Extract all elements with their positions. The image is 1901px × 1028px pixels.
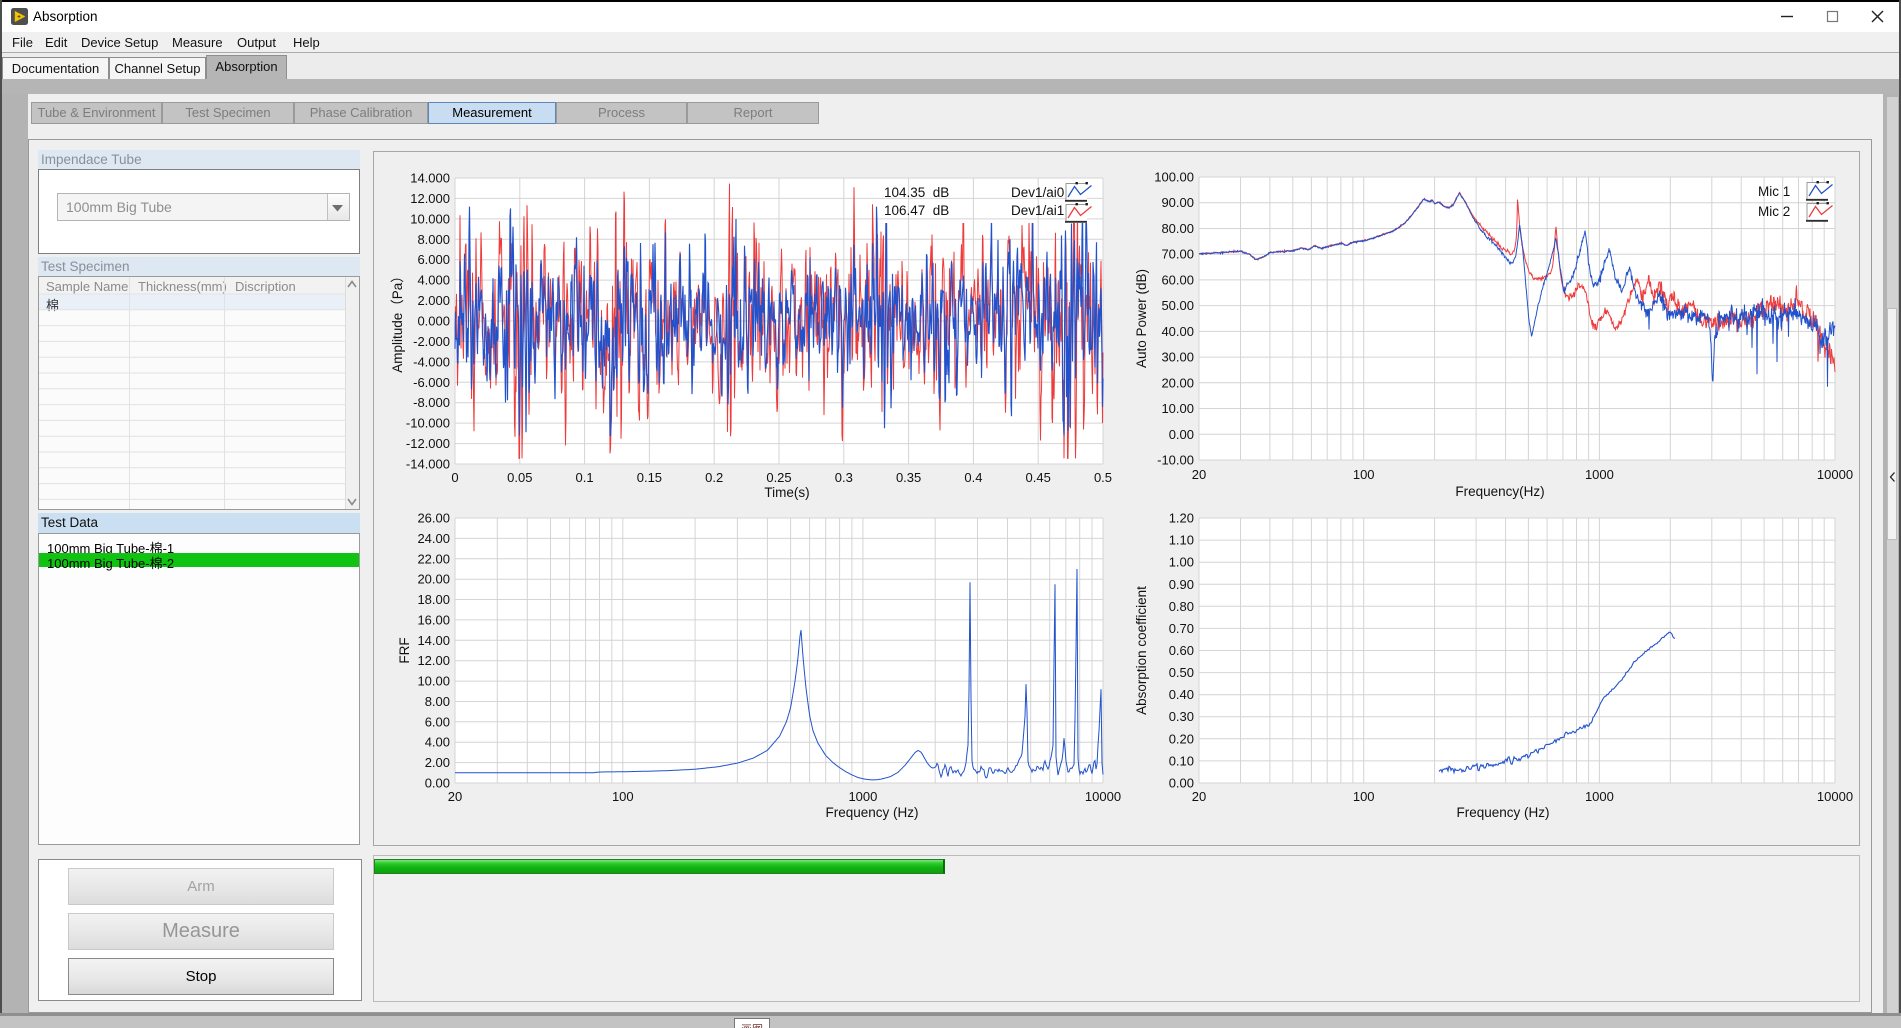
svg-text:0.4: 0.4 [964, 470, 982, 485]
svg-text:14.00: 14.00 [417, 633, 450, 648]
svg-text:Mic 1: Mic 1 [1758, 184, 1790, 199]
svg-text:1.20: 1.20 [1169, 511, 1194, 526]
svg-text:-2.000: -2.000 [413, 334, 450, 349]
svg-text:Frequency(Hz): Frequency(Hz) [1455, 484, 1544, 499]
svg-text:106.47 dB: 106.47 dB [884, 203, 949, 218]
svg-text:Mic 2: Mic 2 [1758, 204, 1790, 219]
svg-text:Dev1/ai1: Dev1/ai1 [1011, 203, 1064, 218]
svg-text:90.00: 90.00 [1161, 195, 1194, 210]
svg-text:60.00: 60.00 [1161, 272, 1194, 287]
svg-text:10.00: 10.00 [417, 674, 450, 689]
svg-text:0.45: 0.45 [1026, 470, 1051, 485]
svg-text:100: 100 [1353, 467, 1375, 482]
svg-text:20: 20 [1192, 467, 1206, 482]
svg-text:Frequency (Hz): Frequency (Hz) [825, 805, 918, 820]
svg-text:1000: 1000 [848, 789, 877, 804]
svg-text:12.00: 12.00 [417, 653, 450, 668]
svg-text:-14.000: -14.000 [406, 457, 450, 472]
svg-text:4.000: 4.000 [417, 273, 450, 288]
svg-text:0.50: 0.50 [1169, 665, 1194, 680]
svg-text:80.00: 80.00 [1161, 221, 1194, 236]
svg-text:4.00: 4.00 [425, 735, 450, 750]
svg-text:10.000: 10.000 [410, 211, 450, 226]
svg-text:40.00: 40.00 [1161, 324, 1194, 339]
svg-text:12.000: 12.000 [410, 191, 450, 206]
svg-text:0.2: 0.2 [705, 470, 723, 485]
svg-text:-10.00: -10.00 [1157, 453, 1194, 468]
svg-text:0.20: 0.20 [1169, 731, 1194, 746]
svg-text:-6.000: -6.000 [413, 375, 450, 390]
svg-text:0.35: 0.35 [896, 470, 921, 485]
svg-text:0.30: 0.30 [1169, 709, 1194, 724]
svg-text:0.000: 0.000 [417, 314, 450, 329]
svg-text:104.35 dB: 104.35 dB [884, 185, 949, 200]
svg-text:FRF: FRF [397, 637, 412, 663]
svg-text:30.00: 30.00 [1161, 350, 1194, 365]
svg-text:0.40: 0.40 [1169, 687, 1194, 702]
svg-text:2.00: 2.00 [425, 755, 450, 770]
svg-text:20: 20 [1192, 789, 1206, 804]
svg-text:20: 20 [448, 789, 462, 804]
svg-text:20.00: 20.00 [417, 572, 450, 587]
svg-text:Time(s): Time(s) [764, 485, 809, 500]
svg-text:24.00: 24.00 [417, 531, 450, 546]
svg-text:Absorption coefficient: Absorption coefficient [1134, 586, 1149, 715]
svg-text:8.000: 8.000 [417, 232, 450, 247]
svg-text:2.000: 2.000 [417, 293, 450, 308]
svg-text:0.90: 0.90 [1169, 577, 1194, 592]
svg-text:0.00: 0.00 [1169, 776, 1194, 791]
svg-text:70.00: 70.00 [1161, 247, 1194, 262]
svg-text:100: 100 [612, 789, 634, 804]
svg-text:0: 0 [451, 470, 458, 485]
svg-text:Auto Power (dB): Auto Power (dB) [1134, 269, 1149, 368]
svg-text:10.00: 10.00 [1161, 401, 1194, 416]
svg-text:-8.000: -8.000 [413, 395, 450, 410]
svg-text:6.000: 6.000 [417, 252, 450, 267]
svg-text:50.00: 50.00 [1161, 298, 1194, 313]
svg-text:6.00: 6.00 [425, 714, 450, 729]
svg-text:0.3: 0.3 [835, 470, 853, 485]
svg-text:Frequency (Hz): Frequency (Hz) [1456, 805, 1549, 820]
svg-text:1000: 1000 [1585, 789, 1614, 804]
svg-text:100: 100 [1353, 789, 1375, 804]
svg-text:1.10: 1.10 [1169, 533, 1194, 548]
svg-text:Amplitude（Pa）: Amplitude（Pa） [390, 269, 405, 373]
svg-text:10000: 10000 [1817, 789, 1853, 804]
svg-text:1.00: 1.00 [1169, 555, 1194, 570]
svg-text:10000: 10000 [1817, 467, 1853, 482]
svg-text:0.00: 0.00 [1169, 427, 1194, 442]
svg-text:-4.000: -4.000 [413, 354, 450, 369]
svg-text:0.5: 0.5 [1094, 470, 1112, 485]
svg-text:100.00: 100.00 [1154, 170, 1194, 185]
svg-text:0.25: 0.25 [766, 470, 791, 485]
svg-text:8.00: 8.00 [425, 694, 450, 709]
svg-text:0.10: 0.10 [1169, 753, 1194, 768]
svg-text:18.00: 18.00 [417, 592, 450, 607]
svg-text:0.15: 0.15 [637, 470, 662, 485]
svg-text:-12.000: -12.000 [406, 436, 450, 451]
svg-text:14.000: 14.000 [410, 171, 450, 186]
svg-text:0.05: 0.05 [507, 470, 532, 485]
svg-text:0.70: 0.70 [1169, 621, 1194, 636]
svg-text:0.80: 0.80 [1169, 599, 1194, 614]
svg-text:1000: 1000 [1585, 467, 1614, 482]
svg-text:0.1: 0.1 [576, 470, 594, 485]
svg-text:16.00: 16.00 [417, 612, 450, 627]
svg-text:20.00: 20.00 [1161, 375, 1194, 390]
svg-text:10000: 10000 [1085, 789, 1121, 804]
svg-text:-10.000: -10.000 [406, 416, 450, 431]
svg-text:0.00: 0.00 [425, 776, 450, 791]
svg-text:Dev1/ai0: Dev1/ai0 [1011, 185, 1064, 200]
svg-text:0.60: 0.60 [1169, 643, 1194, 658]
svg-text:26.00: 26.00 [417, 511, 450, 526]
svg-text:22.00: 22.00 [417, 551, 450, 566]
